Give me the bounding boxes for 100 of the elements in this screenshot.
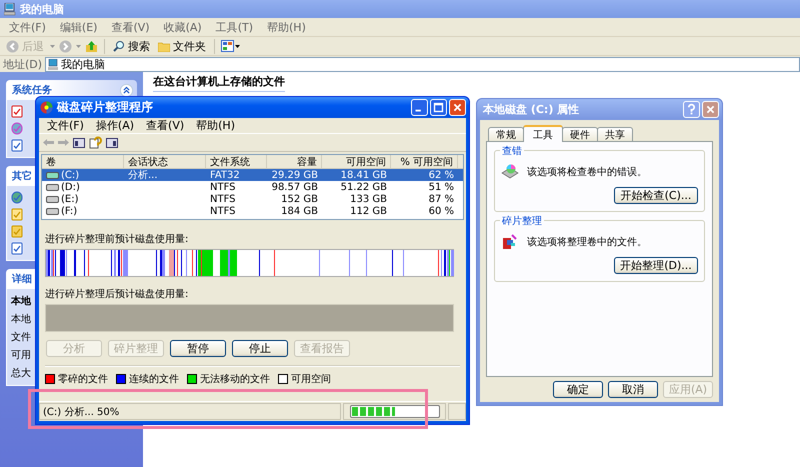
detail-text: 本地: [11, 294, 31, 308]
column-header[interactable]: 文件系统: [206, 155, 267, 168]
menu-item[interactable]: 操作(A): [90, 118, 140, 133]
dialog-button[interactable]: 确定: [553, 381, 603, 398]
task-panel-title[interactable]: 详细: [12, 272, 32, 286]
table-cell: 51.22 GB: [340, 182, 387, 192]
group-title: 查错: [500, 144, 524, 158]
tab[interactable]: 共享: [597, 127, 633, 141]
defrag-icon: [501, 233, 519, 251]
table-cell: 60 %: [428, 206, 454, 216]
table-cell: 18.41 GB: [340, 170, 387, 180]
group-description: 该选项将整理卷中的文件。: [527, 236, 647, 249]
menu-item[interactable]: 查看(V): [104, 20, 157, 34]
collapse-icon[interactable]: [120, 84, 133, 96]
tool-button[interactable]: 开始检查(C)...: [614, 187, 698, 204]
tab[interactable]: 硬件: [562, 127, 598, 141]
caret-icon[interactable]: [76, 44, 81, 48]
minimize-button[interactable]: [411, 99, 428, 116]
table-cell: 184 GB: [281, 206, 318, 216]
address-label: 地址(D): [3, 56, 42, 72]
drive-icon: [46, 184, 59, 190]
app-icon: [40, 101, 53, 114]
group-title: 碎片整理: [500, 214, 544, 228]
search-icon: [113, 40, 125, 52]
computer-icon: [48, 58, 58, 70]
console-icon[interactable]: [106, 138, 118, 148]
tab[interactable]: 工具: [523, 125, 563, 142]
tool-button[interactable]: 开始整理(D)...: [614, 257, 698, 274]
menu-item[interactable]: 帮助(H): [190, 118, 241, 133]
maximize-button[interactable]: [430, 99, 447, 116]
checklist-icon[interactable]: [11, 105, 23, 118]
column-header[interactable]: 卷: [42, 155, 124, 168]
task-panel-title[interactable]: 其它: [12, 169, 32, 183]
legend-label: 可用空间: [291, 372, 331, 386]
volume-row[interactable]: (E:) NTFS 152 GB 133 GB 87 %: [42, 193, 463, 205]
table-cell: 98.57 GB: [272, 182, 318, 192]
table-cell: (F:): [61, 206, 78, 216]
folders-button[interactable]: 文件夹: [156, 38, 208, 54]
column-header[interactable]: 容量: [267, 155, 322, 168]
table-cell-text: 分析...: [128, 168, 158, 182]
address-field[interactable]: 我的电脑: [45, 56, 800, 72]
menu-item[interactable]: 查看(V): [140, 118, 190, 133]
caret-icon[interactable]: [50, 44, 55, 48]
computer-icon: [4, 2, 16, 16]
drive-icon: [46, 172, 59, 178]
table-cell: 112 GB: [350, 206, 387, 216]
table-cell: 87 %: [428, 194, 454, 204]
help-button[interactable]: [683, 101, 700, 118]
group-description: 该选项将检查卷中的错误。: [527, 166, 647, 179]
views-icon[interactable]: [221, 40, 240, 52]
menu-item[interactable]: 文件(F): [2, 20, 53, 34]
window-title: 我的电脑: [20, 2, 64, 16]
drive-icon: [46, 196, 59, 202]
volume-row[interactable]: (D:) NTFS 98.57 GB 51.22 GB 51 %: [42, 181, 463, 193]
menu-item[interactable]: 帮助(H): [260, 20, 313, 34]
legend-label: 连续的文件: [129, 372, 179, 386]
column-header[interactable]: 会话状态: [124, 155, 206, 168]
table-cell: (E:): [61, 194, 78, 204]
table-cell: 152 GB: [281, 194, 318, 204]
status-text: (C:) 分析... 50%: [39, 403, 341, 420]
window-title: 磁盘碎片整理程序: [57, 99, 153, 116]
detail-text: 本地: [11, 312, 31, 326]
column-header[interactable]: % 可用空间: [391, 155, 458, 168]
action-button[interactable]: 暂停: [170, 340, 226, 357]
legend-label: 零碎的文件: [58, 372, 108, 386]
menu-item[interactable]: 编辑(E): [52, 20, 104, 34]
drive-icon: [46, 208, 59, 214]
table-cell: 62 %: [428, 170, 454, 180]
section-heading: 在这台计算机上存储的文件: [153, 74, 285, 92]
menu-item[interactable]: 收藏(A): [156, 20, 209, 34]
after-label: 进行碎片整理后预计磁盘使用量:: [45, 288, 190, 301]
up-folder-icon[interactable]: [85, 40, 98, 52]
detail-text: 可用: [11, 349, 31, 362]
table-cell: NTFS: [210, 182, 236, 192]
search-button[interactable]: 搜索: [111, 38, 152, 54]
volume-row[interactable]: (C:) 分析... FAT32 29.29 GB 18.41 GB 62 %: [42, 169, 463, 181]
window-title: 本地磁盘 (C:) 属性: [483, 102, 580, 117]
close-button[interactable]: [449, 99, 466, 116]
before-label: 进行碎片整理前预计磁盘使用量:: [45, 232, 190, 246]
action-button[interactable]: 停止: [232, 340, 288, 357]
console-icon[interactable]: [73, 138, 85, 148]
table-cell: NTFS: [210, 194, 236, 204]
disk-check-icon: [501, 163, 519, 181]
legend-label: 无法移动的文件: [200, 372, 270, 386]
status-pane: [448, 403, 466, 420]
dialog-button[interactable]: 取消: [608, 381, 658, 398]
close-button[interactable]: [702, 101, 719, 118]
detail-text: 总大: [11, 366, 31, 380]
help-icon[interactable]: [89, 136, 102, 149]
detail-text: 文件: [11, 330, 31, 344]
table-cell: (C:): [61, 170, 80, 180]
column-header[interactable]: 可用空间: [322, 155, 391, 168]
table-cell: NTFS: [210, 206, 236, 216]
tab[interactable]: 常规: [488, 127, 524, 141]
menu-item[interactable]: 工具(T): [208, 20, 260, 34]
volume-row[interactable]: (F:) NTFS 184 GB 112 GB 60 %: [42, 205, 463, 217]
menu-item[interactable]: 文件(F): [41, 118, 90, 133]
table-cell: 51 %: [428, 182, 454, 192]
back-icon: [6, 40, 19, 52]
table-cell: (D:): [61, 182, 80, 192]
